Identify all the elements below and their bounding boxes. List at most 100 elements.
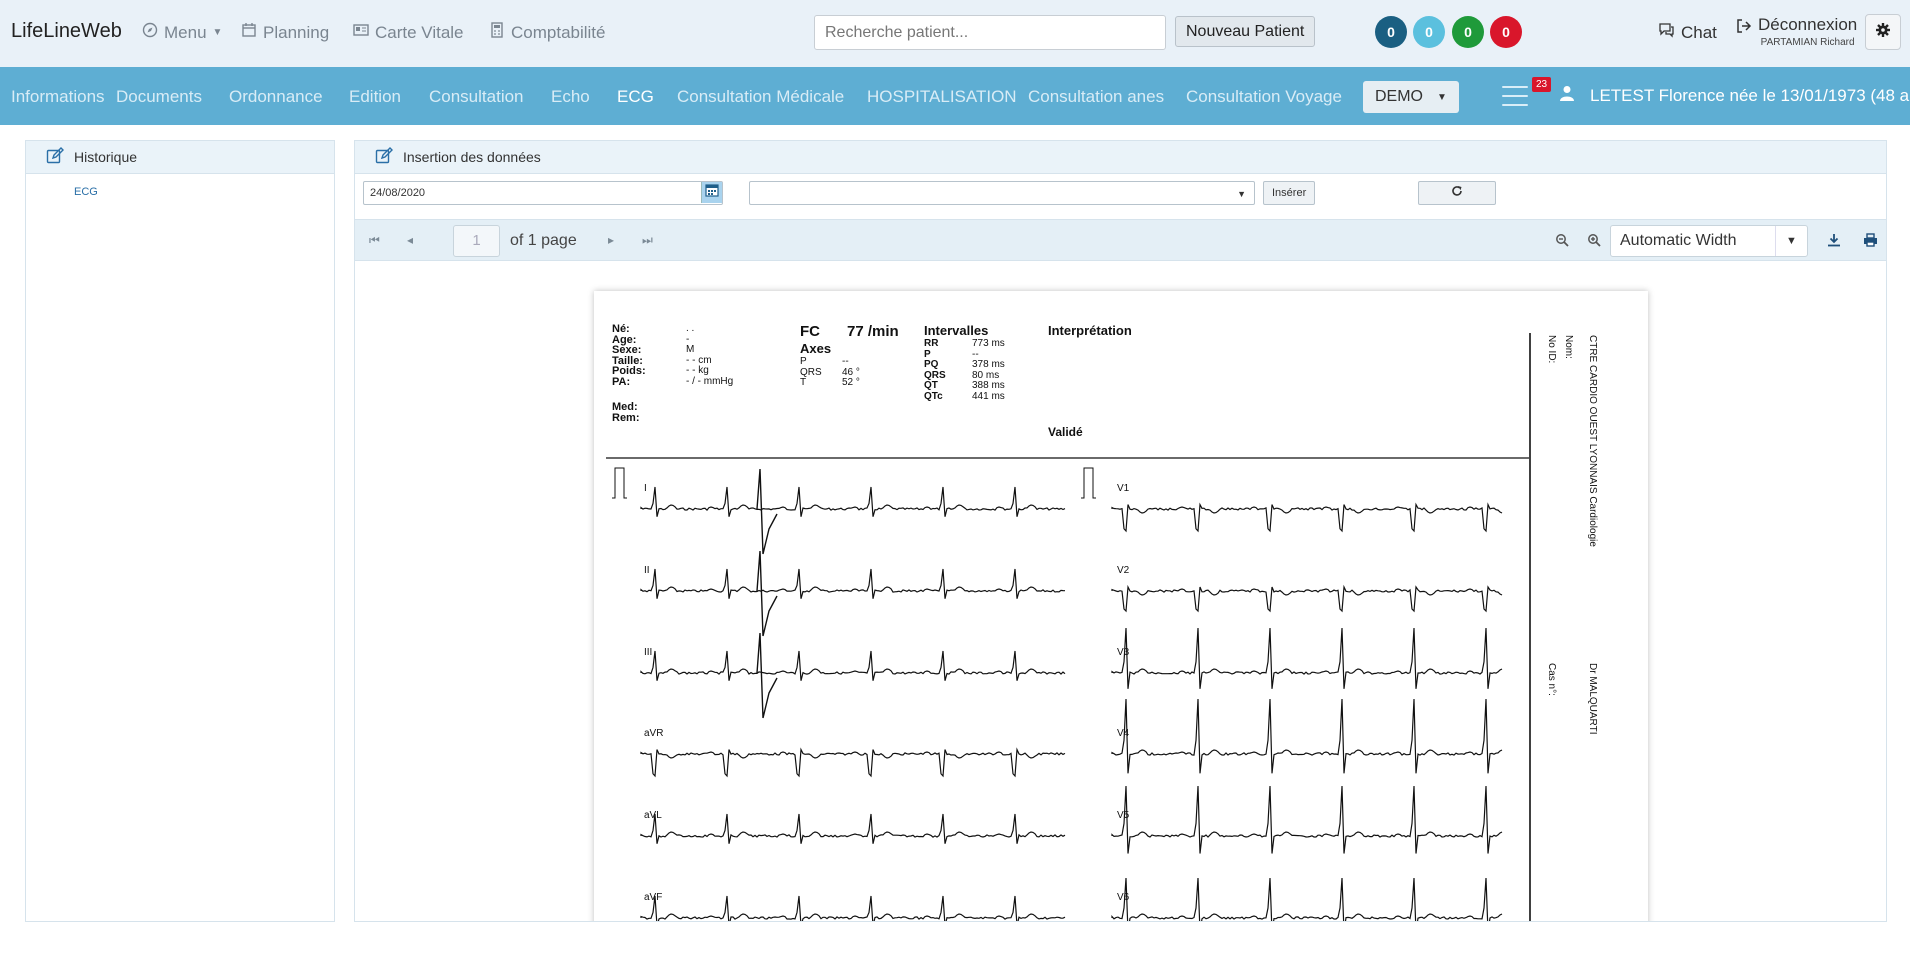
page-number-input[interactable]: 1 — [453, 225, 500, 257]
ecg-trace-v3 — [1111, 627, 1503, 689]
gear-icon — [1875, 22, 1891, 43]
new-patient-button[interactable]: Nouveau Patient — [1175, 16, 1316, 47]
settings-button[interactable] — [1865, 14, 1901, 50]
tab-consultation-medicale[interactable]: Consultation Médicale — [677, 87, 844, 107]
nav-planning[interactable]: Planning — [241, 22, 329, 43]
counter-badge-4[interactable]: 0 — [1490, 16, 1522, 48]
ecg-trace-ii-pvc — [756, 550, 778, 637]
ecg-lead-label-v3: V3 — [1117, 647, 1130, 658]
history-panel-header: Historique — [26, 141, 334, 174]
comptabilite-label: Comptabilité — [511, 22, 606, 42]
patient-name: LETEST Florence née le 13/01/1973 (48 an… — [1590, 85, 1910, 105]
zoom-out-icon[interactable] — [1555, 233, 1569, 250]
ecg-lead-label-ii: II — [644, 565, 650, 576]
ecg-calibration-pulse-right — [1081, 467, 1096, 499]
carte-vitale-label: Carte Vitale — [375, 22, 464, 42]
counter-badge-3[interactable]: 0 — [1452, 16, 1484, 48]
user-icon — [1560, 85, 1574, 106]
ecg-lead-label-i: I — [644, 483, 647, 494]
ecg-trace-ii — [640, 568, 1066, 599]
ecg-lead-label-avl: aVL — [644, 810, 662, 821]
ecg-trace-v4 — [1111, 698, 1503, 774]
nav-carte-vitale[interactable]: Carte Vitale — [353, 22, 464, 43]
ecg-tracing — [606, 333, 1531, 921]
caret-down-icon: ▼ — [212, 27, 223, 38]
ecg-document-page: Né:. . Age: - Sexe: M Taille: - - cm Poids: - - … — [594, 291, 1648, 921]
document-type-select[interactable]: ▼ — [749, 181, 1255, 205]
history-panel-title: Historique — [74, 149, 138, 165]
insertion-panel-title: Insertion des données — [403, 149, 541, 165]
first-page-icon[interactable]: ⏮ — [369, 233, 380, 248]
nav-comptabilite[interactable]: Comptabilité — [489, 22, 606, 43]
date-input[interactable]: 24/08/2020 — [363, 181, 723, 205]
download-icon[interactable] — [1827, 233, 1841, 250]
insert-button[interactable]: Insérer — [1263, 181, 1316, 205]
tab-ecg[interactable]: ECG — [617, 87, 654, 107]
menu-label: Menu — [164, 22, 207, 42]
next-page-icon[interactable]: ▸ — [608, 233, 614, 247]
date-picker-button[interactable] — [701, 182, 722, 203]
tab-consultation[interactable]: Consultation — [429, 87, 524, 107]
history-item-ecg[interactable]: ECG — [26, 174, 334, 198]
caret-down-icon: ▼ — [1437, 91, 1447, 103]
counter-badge-1[interactable]: 0 — [1375, 16, 1407, 48]
calendar-icon — [241, 22, 257, 43]
tab-echo[interactable]: Echo — [551, 87, 590, 107]
brand-logo[interactable]: LifeLineWeb — [11, 20, 122, 43]
tab-consultation-anes[interactable]: Consultation anes — [1028, 87, 1164, 107]
pdf-toolbar: ⏮ ◂ 1 of 1 page ▸ ⏭ Automatic Width ▼ — [355, 219, 1886, 261]
page-count: of 1 page — [510, 232, 577, 249]
tab-documents[interactable]: Documents — [116, 87, 202, 107]
tab-informations[interactable]: Informations — [11, 87, 105, 107]
tab-edition[interactable]: Edition — [349, 87, 401, 107]
ecg-trace-iii — [640, 650, 1066, 681]
counter-badge-2[interactable]: 0 — [1413, 16, 1445, 48]
print-icon[interactable] — [1863, 233, 1878, 250]
top-navbar: LifeLineWeb Menu ▼ Planning Carte Vitale… — [0, 0, 1910, 67]
zoom-select[interactable]: Automatic Width ▼ — [1610, 225, 1808, 257]
refresh-button[interactable] — [1418, 181, 1496, 205]
patient-search-input[interactable] — [814, 15, 1166, 50]
demo-dropdown[interactable]: DEMO ▼ — [1363, 81, 1459, 113]
caret-down-icon: ▼ — [1775, 226, 1807, 256]
ecg-lead-label-iii: III — [644, 647, 653, 658]
planning-label: Planning — [263, 22, 330, 42]
patient-header: LETEST Florence née le 13/01/1973 (48 an… — [1560, 85, 1910, 106]
compass-icon — [142, 22, 158, 43]
last-page-icon[interactable]: ⏭ — [642, 233, 653, 248]
zoom-in-icon[interactable] — [1587, 233, 1601, 250]
insertion-panel: Insertion des données 24/08/2020 ▼ Insér… — [354, 140, 1887, 922]
insertion-form: 24/08/2020 ▼ Insérer — [363, 181, 1878, 211]
history-panel: Historique ECG — [25, 140, 335, 922]
logout-link[interactable]: Déconnexion PARTAMIAN Richard — [1736, 15, 1857, 48]
ecg-trace-v2 — [1111, 584, 1503, 613]
notification-count-badge: 23 — [1532, 77, 1552, 92]
ecg-trace-avf — [640, 895, 1066, 921]
chat-label: Chat — [1681, 22, 1717, 42]
tab-consultation-voyage[interactable]: Consultation Voyage — [1186, 87, 1342, 107]
pdf-viewer-area[interactable]: Né:. . Age: - Sexe: M Taille: - - cm Poids: - - … — [355, 261, 1886, 921]
hamburger-menu-icon[interactable] — [1502, 86, 1528, 108]
refresh-icon — [1451, 184, 1463, 202]
ecg-trace-v6 — [1111, 877, 1503, 921]
tab-hospitalisation[interactable]: HOSPITALISATION — [867, 87, 1017, 107]
edit-icon — [46, 146, 64, 168]
chat-link[interactable]: Chat — [1658, 22, 1717, 43]
previous-page-icon[interactable]: ◂ — [407, 233, 413, 247]
ecg-trace-avl — [640, 813, 1066, 844]
ecg-lead-label-v4: V4 — [1117, 728, 1130, 739]
ecg-trace-iii-pvc — [756, 632, 778, 719]
insertion-panel-header: Insertion des données — [355, 141, 1886, 174]
ecg-lead-label-v2: V2 — [1117, 565, 1130, 576]
menu-dropdown[interactable]: Menu ▼ — [142, 22, 222, 43]
ecg-calibration-pulse-left — [612, 467, 627, 499]
ecg-lead-label-v1: V1 — [1117, 483, 1130, 494]
ecg-trace-avr — [640, 747, 1066, 778]
sign-out-icon — [1736, 18, 1752, 39]
tab-ordonnance[interactable]: Ordonnance — [229, 87, 323, 107]
ecg-lead-label-avf: aVF — [644, 892, 663, 903]
caret-down-icon: ▼ — [1237, 189, 1246, 199]
patient-tabs-bar: Informations Documents Ordonnance Editio… — [0, 67, 1910, 125]
edit-icon — [375, 146, 393, 168]
calculator-icon — [489, 22, 505, 43]
